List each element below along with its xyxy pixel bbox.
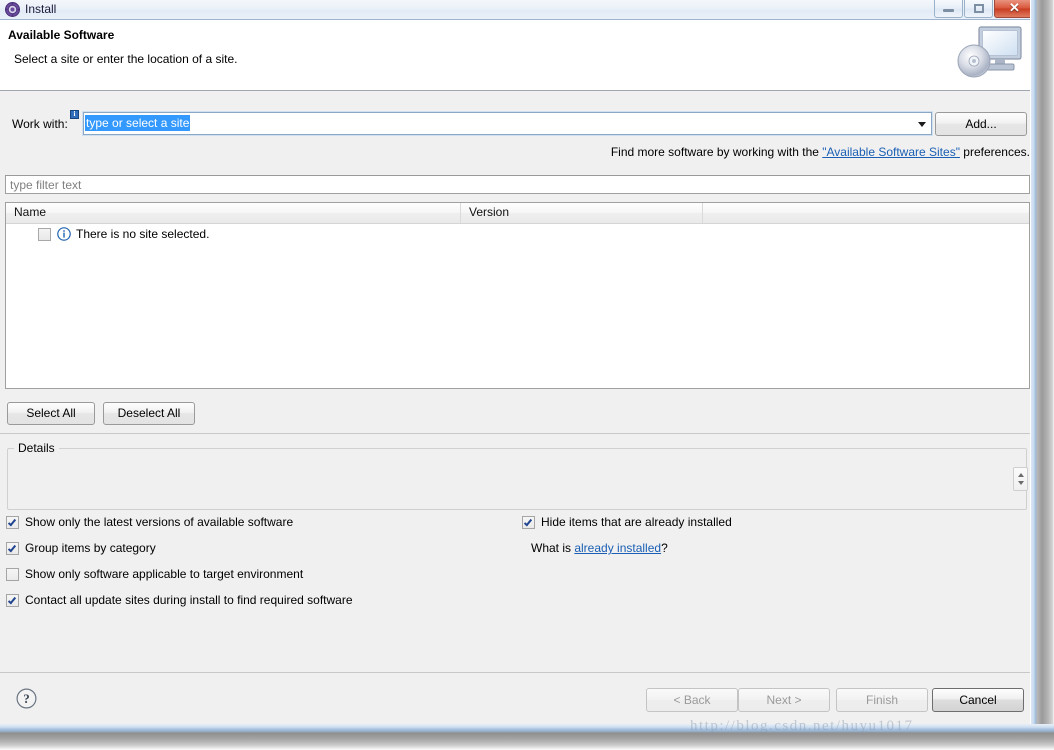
deselect-all-button[interactable]: Deselect All [103,402,195,425]
what-is-prefix: What is [531,541,575,555]
window-frame-right [1030,0,1054,750]
row-checkbox[interactable] [38,228,51,241]
work-with-label: Work with: [12,117,68,131]
add-site-button[interactable]: Add... [935,112,1027,136]
info-badge-icon: i [70,110,79,119]
filter-placeholder: type filter text [10,178,82,192]
svg-text:?: ? [23,691,30,706]
close-button[interactable]: ✕ [994,0,1035,18]
option-label: Contact all update sites during install … [25,593,353,607]
software-table[interactable]: Name Version There is no site selected. [5,202,1030,389]
checkbox[interactable] [6,594,19,607]
checkbox[interactable] [6,516,19,529]
filter-input[interactable]: type filter text [5,175,1030,194]
finish-button[interactable]: Finish [836,688,928,712]
cancel-button[interactable]: Cancel [932,688,1024,712]
next-button[interactable]: Next > [738,688,830,712]
caret-down-icon[interactable] [1018,481,1024,485]
restore-icon [974,4,984,13]
details-scroll-spinner[interactable] [1013,467,1028,491]
checkbox[interactable] [522,516,535,529]
back-button[interactable]: < Back [646,688,738,712]
available-software-sites-link[interactable]: "Available Software Sites" [822,145,960,159]
divider [0,433,1035,434]
checkbox[interactable] [6,568,19,581]
column-header-name[interactable]: Name [6,203,461,223]
chevron-down-icon[interactable] [918,122,926,127]
find-more-suffix: preferences. [959,145,1030,159]
select-all-button[interactable]: Select All [7,402,95,425]
page-description: Select a site or enter the location of a… [14,52,238,66]
checkbox[interactable] [6,542,19,555]
option-label: Hide items that are already installed [541,515,732,529]
details-panel [7,448,1027,510]
table-header-row: Name Version [6,203,1029,224]
minimize-icon [943,9,954,12]
window-title: Install [25,2,57,16]
find-more-software-text: Find more software by working with the "… [0,145,1030,159]
window-frame-bottom [0,724,1054,750]
what-is-already-installed-text: What is already installed? [531,541,668,555]
maximize-button[interactable] [964,0,993,18]
close-icon: ✕ [1009,0,1020,15]
install-gear-icon [5,2,20,17]
find-more-prefix: Find more software by working with the [610,145,823,159]
minimize-button[interactable] [934,0,963,18]
option-label: Show only software applicable to target … [25,567,304,581]
work-with-combobox[interactable]: type or select a site [82,111,933,136]
install-dialog-window: Install ✕ Available Software Select a si… [0,0,1054,750]
caret-up-icon[interactable] [1018,473,1024,477]
option-label: Show only the latest versions of availab… [25,515,294,529]
help-question-icon[interactable]: ? [16,688,37,709]
column-header-blank[interactable] [703,203,1029,223]
row-name-label: There is no site selected. [76,227,210,241]
table-row[interactable]: There is no site selected. [6,224,1029,245]
what-is-suffix: ? [661,541,668,555]
details-legend: Details [14,441,59,455]
window-title-bar: Install ✕ [0,0,1035,20]
computer-disc-icon [955,23,1027,85]
column-header-version[interactable]: Version [461,203,703,223]
dialog-header: Available Software Select a site or ente… [0,20,1035,91]
already-installed-link[interactable]: already installed [574,541,661,555]
work-with-input-value[interactable]: type or select a site [85,115,191,131]
info-icon [57,227,71,241]
option-label: Group items by category [25,541,156,555]
page-title: Available Software [8,28,115,42]
